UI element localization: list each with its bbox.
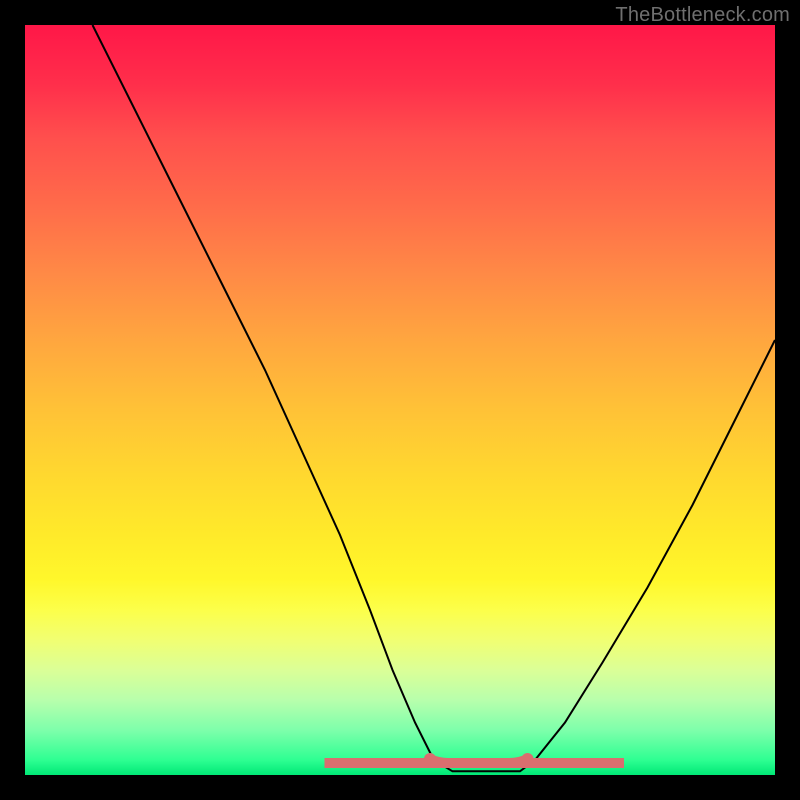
chart-plot-area bbox=[25, 25, 775, 775]
chart-frame: TheBottleneck.com bbox=[0, 0, 800, 800]
flat-region-right-dot bbox=[522, 753, 534, 765]
curve-path bbox=[93, 25, 776, 771]
bottleneck-curve bbox=[25, 25, 775, 775]
watermark-text: TheBottleneck.com bbox=[615, 4, 790, 27]
flat-region-left-dot bbox=[424, 753, 436, 765]
flat-region-marker bbox=[325, 759, 625, 763]
